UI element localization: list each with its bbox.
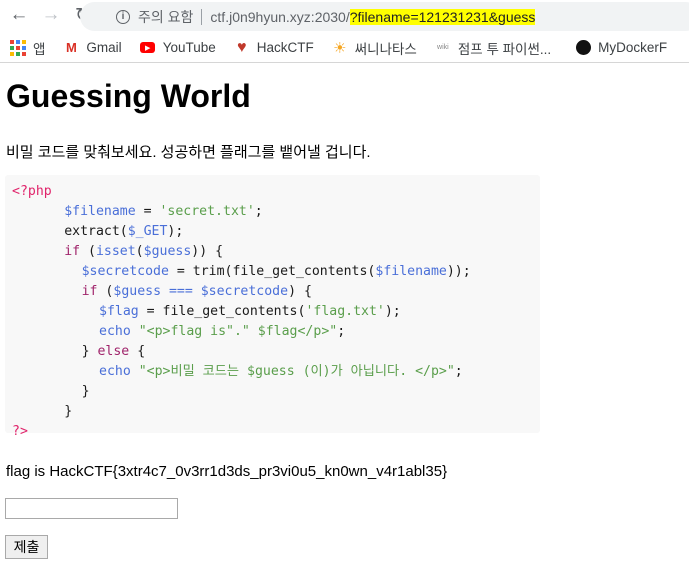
page-title: Guessing World [6,78,251,114]
code-token-kw: if [81,284,98,299]
bookmark-label: YouTube [162,40,216,55]
code-line: } else { [12,342,533,362]
code-token-var: $filename [64,204,136,219]
code-line: $filename = 'secret.txt'; [12,202,533,222]
divider [201,8,203,25]
code-line: echo "<p>flag is"." $flag</p>"; [12,322,533,342]
code-token-var: $secretcode [200,284,289,299]
forward-arrow-icon[interactable]: → [40,4,62,26]
bookmark-label: HackCTF [256,40,314,55]
bookmark-hackctf[interactable]: ♥ HackCTF [234,38,314,56]
code-token-plain: ; [254,204,263,219]
code-token-tag: ?> [12,424,28,439]
code-line: if (isset($guess)) { [12,242,533,262]
url-query: ?filename=121231231&guess [349,8,536,25]
flag-result: flag is HackCTF{3xtr4c7_0v3rr1d3ds_pr3vi… [6,463,448,480]
bookmark-label: 앱 [33,41,46,57]
code-token-var: $flag [99,304,139,319]
code-token-plain: ( [80,244,96,259]
code-line: } [12,402,533,422]
code-token-kw: if [64,244,81,259]
guess-input[interactable] [5,498,178,519]
code-line: echo "<p>비밀 코드는 $guess (이)가 아닙니다. </p>"; [12,362,533,382]
code-token-plain: )) { [191,244,224,259]
code-token-plain: extract( [64,224,128,239]
code-token-kw: else [97,344,130,359]
bookmark-label: 점프 투 파이썬... [457,41,552,57]
code-token-plain: } [64,404,73,419]
code-token-plain: ; [454,364,463,379]
bookmark-youtube[interactable]: ▶ YouTube [140,40,216,56]
sun-icon: ☀ [333,39,347,57]
back-arrow-icon[interactable]: ← [8,4,30,26]
page-description: 비밀 코드를 맞춰보세요. 성공하면 플래그를 뱉어낼 겁니다. [6,144,371,161]
code-token-plain: { [129,344,146,359]
code-token-plain: = trim(file_get_contents( [168,264,376,279]
bookmark-label: MyDockerF [598,40,668,55]
code-line: <?php [12,182,533,202]
code-line: if ($guess === $secretcode) { [12,282,533,302]
code-token-var: $guess [113,284,162,299]
gmail-icon: M [66,40,77,55]
bookmark-gmail[interactable]: M Gmail [63,40,122,56]
code-token-var: $filename [375,264,447,279]
bookmarks-bar: 앱 M Gmail ▶ YouTube ♥ HackCTF ☀ 써니나타스 wi… [0,33,689,63]
code-line: $secretcode = trim(file_get_contents($fi… [12,262,533,282]
security-warning[interactable]: 주의 요함 [138,7,193,27]
wiki-icon: wiki [437,44,449,51]
bookmark-apps[interactable]: 앱 [10,38,45,58]
browser-toolbar: ← → ↻ i 주의 요함 ctf.j0n9hyun.xyz:2030/?fil… [0,0,689,33]
url-host: ctf.j0n9hyun.xyz:2030/ [210,8,350,25]
code-token-fn: echo [99,364,131,379]
code-line: ?> [12,422,533,442]
code-token-plain: ( [135,244,144,259]
bookmark-wiki[interactable]: wiki 점프 투 파이썬... [435,38,551,58]
code-token-plain: ); [384,304,401,319]
bookmark-mydocker[interactable]: MyDockerF [575,40,667,56]
github-icon [575,40,591,56]
code-token-str: 'secret.txt' [159,204,255,219]
code-token-str: "<p>비밀 코드는 $guess (이)가 아닙니다. </p>" [130,364,455,379]
submit-button[interactable]: 제출 [5,535,48,559]
code-token-var: $_GET [127,224,168,239]
source-code-block: <?php $filename = 'secret.txt'; extract($_… [5,175,540,439]
bookmark-label: Gmail [86,40,122,55]
code-token-plain: )); [446,264,471,279]
code-token-str: 'flag.txt' [305,304,385,319]
bookmark-sunnynatas[interactable]: ☀ 써니나타스 [332,38,417,58]
code-token-var: $guess [143,244,192,259]
code-token-tag: <?php [12,184,52,199]
code-token-var: $secretcode [81,264,169,279]
code-line: $flag = file_get_contents('flag.txt'); [12,302,533,322]
code-token-fn: isset [95,244,136,259]
code-token-plain: = file_get_contents( [138,304,306,319]
heart-icon: ♥ [237,38,247,56]
code-token-plain: ( [97,284,114,299]
info-icon[interactable]: i [116,9,130,24]
bookmark-label: 써니나타스 [354,41,417,57]
apps-grid-icon [10,39,26,56]
code-line: extract($_GET); [12,222,533,242]
code-line: } [12,382,533,402]
address-bar[interactable]: i 주의 요함 ctf.j0n9hyun.xyz:2030/?filename=… [80,2,689,31]
code-token-plain: ); [167,224,184,239]
code-token-fn: echo [99,324,131,339]
code-token-plain: } [81,344,98,359]
code-token-plain: } [81,384,90,399]
code-token-plain: ; [337,324,346,339]
youtube-icon: ▶ [140,40,156,56]
code-token-var: === [161,284,201,299]
code-token-plain: ) { [288,284,312,299]
code-token-str: "<p>flag is"." $flag</p>" [130,324,338,339]
code-token-plain: = [135,204,160,219]
